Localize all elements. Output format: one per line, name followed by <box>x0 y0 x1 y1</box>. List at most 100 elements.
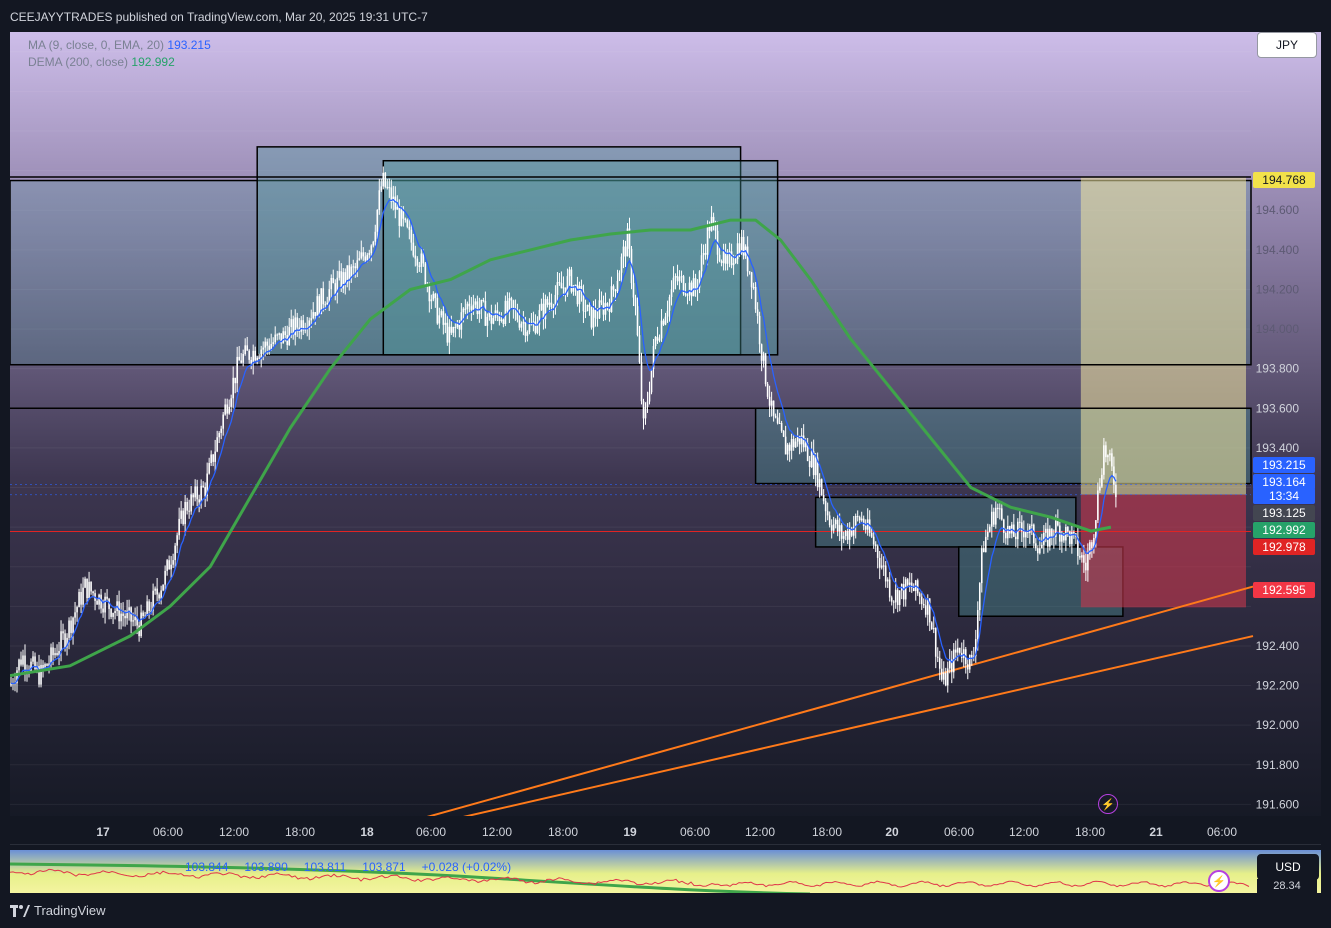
candle-body <box>536 324 539 333</box>
candle-body <box>338 271 341 278</box>
candle-body <box>332 277 335 284</box>
candle-body <box>202 485 204 487</box>
candle-body <box>396 206 399 210</box>
candle-body <box>864 526 867 530</box>
candle-body <box>1045 528 1047 533</box>
candle-body <box>908 582 911 585</box>
candle-body <box>384 172 387 187</box>
candle-body <box>612 286 615 290</box>
candle-body <box>880 565 883 568</box>
candle-body <box>88 581 90 599</box>
candle-body <box>254 350 256 361</box>
candle-body <box>792 439 795 448</box>
candle-body <box>968 654 971 670</box>
candle-body <box>236 356 238 384</box>
candle-body <box>848 528 851 540</box>
candle-body <box>198 499 200 503</box>
candle-body <box>220 428 222 433</box>
candle-body <box>24 655 26 670</box>
candle-body <box>80 591 82 605</box>
stop-zone <box>1080 494 1246 608</box>
candle-body <box>256 357 258 361</box>
candle-body <box>588 304 591 307</box>
candle-body <box>692 278 695 297</box>
candle-body <box>906 579 909 585</box>
candle-body <box>522 321 525 324</box>
candle-body <box>216 437 218 452</box>
candle-body <box>878 557 881 568</box>
candle-body <box>666 310 669 317</box>
candle-body <box>156 588 158 595</box>
candle-body <box>224 404 226 415</box>
candle-body <box>734 259 737 264</box>
candle-body <box>96 600 98 605</box>
dema-legend-value: 192.992 <box>131 55 175 69</box>
sub-lightning-icon[interactable]: ⚡ <box>1208 870 1230 892</box>
lightning-icon[interactable]: ⚡ <box>1098 794 1118 814</box>
candle-body <box>146 601 148 616</box>
candle-body <box>416 258 419 266</box>
candle-body <box>330 277 333 290</box>
candle-body <box>398 206 401 226</box>
time-tick-label: 18:00 <box>548 825 578 839</box>
candle-body <box>844 530 847 537</box>
candle-body <box>830 525 833 531</box>
candle-body <box>1113 466 1115 485</box>
candle-body <box>18 659 20 671</box>
sub-currency-button[interactable]: USD <box>1257 854 1319 880</box>
candle-body <box>656 336 659 341</box>
candle-body <box>474 301 477 305</box>
candle-body <box>378 190 381 210</box>
candle-body <box>462 308 465 313</box>
candle-body <box>624 246 627 257</box>
candle-body <box>632 283 635 298</box>
price-tick-label: 191.800 <box>1256 758 1300 772</box>
candle-body <box>282 331 285 344</box>
candle-body <box>446 322 449 343</box>
candle-body <box>778 423 781 425</box>
candle-body <box>440 311 443 316</box>
price-chart[interactable]: 194.600 194.400 194.200 194.000 193.800 193.6… <box>10 32 1321 844</box>
candle-body <box>884 565 887 582</box>
candle-body <box>998 508 1001 510</box>
time-axis[interactable]: 17 06:00 12:00 18:00 18 06:00 12:00 18:00 19 06:0… <box>10 816 1321 844</box>
candle-body <box>276 334 279 336</box>
candle-body <box>594 309 597 318</box>
candle-body <box>1071 532 1073 544</box>
candle-body <box>106 596 108 599</box>
candle-body <box>756 309 759 316</box>
candle-body <box>184 501 186 525</box>
candle-body <box>704 252 707 255</box>
candle-body <box>92 591 94 594</box>
candle-body <box>754 287 757 310</box>
candle-body <box>82 587 84 605</box>
candle-body <box>208 463 210 474</box>
candle-body <box>562 287 565 289</box>
candle-body <box>730 251 733 266</box>
candle-body <box>962 649 965 658</box>
candle-body <box>810 451 813 467</box>
candle-body <box>324 304 327 306</box>
time-tick-label: 12:00 <box>482 825 512 839</box>
candle-body <box>56 653 58 655</box>
candle-body <box>606 303 609 306</box>
candle-body <box>988 526 991 532</box>
candle-body <box>766 384 769 397</box>
candle-body <box>634 297 637 307</box>
sub-chart-panel[interactable]: 103.844 103.890 103.811 103.871 +0.028 (… <box>10 850 1321 893</box>
candle-body <box>394 196 397 210</box>
candle-body <box>938 657 941 669</box>
tradingview-logo[interactable]: TradingView <box>10 903 106 918</box>
candle-body <box>370 245 373 254</box>
candle-body <box>358 258 361 261</box>
main-chart-panel[interactable]: 194.600 194.400 194.200 194.000 193.800 193.6… <box>10 32 1321 845</box>
candle-body <box>758 315 761 345</box>
time-tick-label: 18:00 <box>285 825 315 839</box>
sub-legend-close: 103.871 <box>362 860 406 874</box>
candle-body <box>934 628 937 657</box>
price-axis[interactable]: 194.600 194.400 194.200 194.000 193.800 193.6… <box>1251 32 1321 844</box>
position-tool[interactable] <box>1080 176 1246 608</box>
candle-body <box>1003 519 1005 533</box>
candle-body <box>20 659 22 665</box>
currency-button[interactable]: JPY <box>1257 32 1317 58</box>
